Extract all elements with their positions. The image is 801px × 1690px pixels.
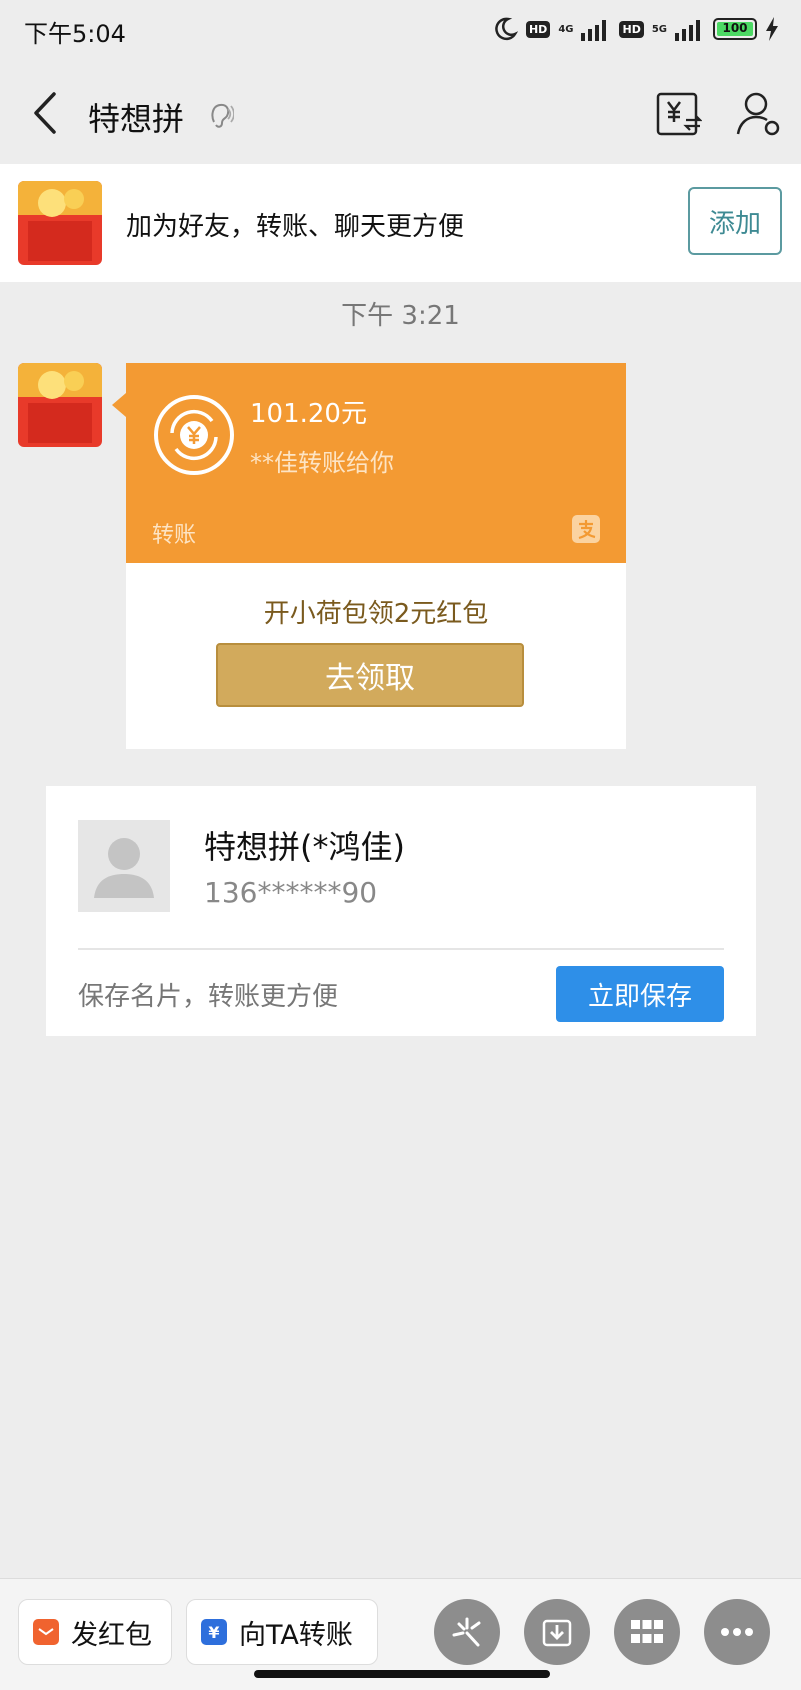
grid-icon-button[interactable] xyxy=(614,1599,680,1665)
status-time: 下午5:04 xyxy=(24,20,126,48)
alipay-icon xyxy=(572,515,600,543)
nav-bar: 特想拼 xyxy=(0,58,801,163)
transfer-header[interactable]: 101.20元 **佳转账给你 转账 xyxy=(112,363,626,563)
transfer-to-button[interactable]: ¥ 向TA转账 xyxy=(186,1599,378,1665)
contact-phone: 136******90 xyxy=(204,876,378,909)
save-hint-text: 保存名片，转账更方便 xyxy=(78,982,339,1012)
signal-icon xyxy=(581,20,607,41)
promo-text: 开小荷包领2元红包 xyxy=(263,599,489,629)
battery-icon: 100 xyxy=(713,18,757,40)
red-packet-button[interactable]: 发红包 xyxy=(18,1599,172,1665)
red-packet-icon xyxy=(33,1619,59,1645)
red-packet-label: 发红包 xyxy=(71,1619,152,1651)
download-icon xyxy=(542,1619,572,1647)
transfer-to-label: 向TA转账 xyxy=(239,1619,353,1651)
divider xyxy=(78,948,724,950)
transfer-message-card[interactable]: 101.20元 **佳转账给你 转账 开小荷包领2元红包 去领取 xyxy=(112,363,626,749)
network-label: 5G xyxy=(651,23,667,35)
transfer-yuan-icon: ¥ xyxy=(201,1619,227,1645)
signal-icon xyxy=(675,20,700,41)
status-bar: 下午5:04 HD 4G HD 5G 100 xyxy=(0,0,801,58)
battery-level: 100 xyxy=(722,21,748,35)
back-button[interactable] xyxy=(26,88,66,138)
moon-icon xyxy=(495,17,518,41)
sender-avatar[interactable] xyxy=(18,363,102,447)
contact-name: 特想拼(*鸿佳) xyxy=(204,828,405,866)
hd-badge: HD xyxy=(619,20,644,38)
download-icon-button[interactable] xyxy=(524,1599,590,1665)
page-title: 特想拼 xyxy=(88,100,185,138)
transfer-coin-icon xyxy=(154,395,234,475)
grid-icon xyxy=(631,1620,663,1643)
transfer-records-icon[interactable] xyxy=(654,90,702,138)
charging-icon xyxy=(766,17,778,41)
more-icon xyxy=(721,1628,753,1636)
more-icon-button[interactable] xyxy=(704,1599,770,1665)
add-friend-text: 加为好友，转账、聊天更方便 xyxy=(126,212,465,242)
claim-button[interactable]: 去领取 xyxy=(216,643,524,707)
profile-settings-icon[interactable] xyxy=(736,90,782,138)
spark-icon xyxy=(452,1617,481,1647)
spark-icon-button[interactable] xyxy=(434,1599,500,1665)
contact-avatar xyxy=(78,820,170,912)
chat-timestamp: 下午 3:21 xyxy=(341,301,460,331)
save-contact-button[interactable]: 立即保存 xyxy=(556,966,724,1022)
status-icons: HD 4G HD 5G 100 xyxy=(492,14,779,44)
ear-icon xyxy=(211,103,234,128)
contact-card: 特想拼(*鸿佳) 136******90 保存名片，转账更方便 立即保存 xyxy=(46,786,756,1036)
transfer-type-label: 转账 xyxy=(152,523,197,548)
hd-badge: HD xyxy=(525,20,551,38)
home-indicator xyxy=(254,1670,550,1678)
add-friend-button[interactable]: 添加 xyxy=(688,187,782,255)
transfer-promo-area: 开小荷包领2元红包 去领取 xyxy=(126,563,626,749)
add-friend-banner: 加为好友，转账、聊天更方便 添加 xyxy=(0,164,801,282)
network-label: 4G xyxy=(558,23,574,35)
transfer-amount: 101.20元 xyxy=(250,399,367,429)
avatar[interactable] xyxy=(18,181,102,265)
transfer-sender: **佳转账给你 xyxy=(250,449,394,477)
